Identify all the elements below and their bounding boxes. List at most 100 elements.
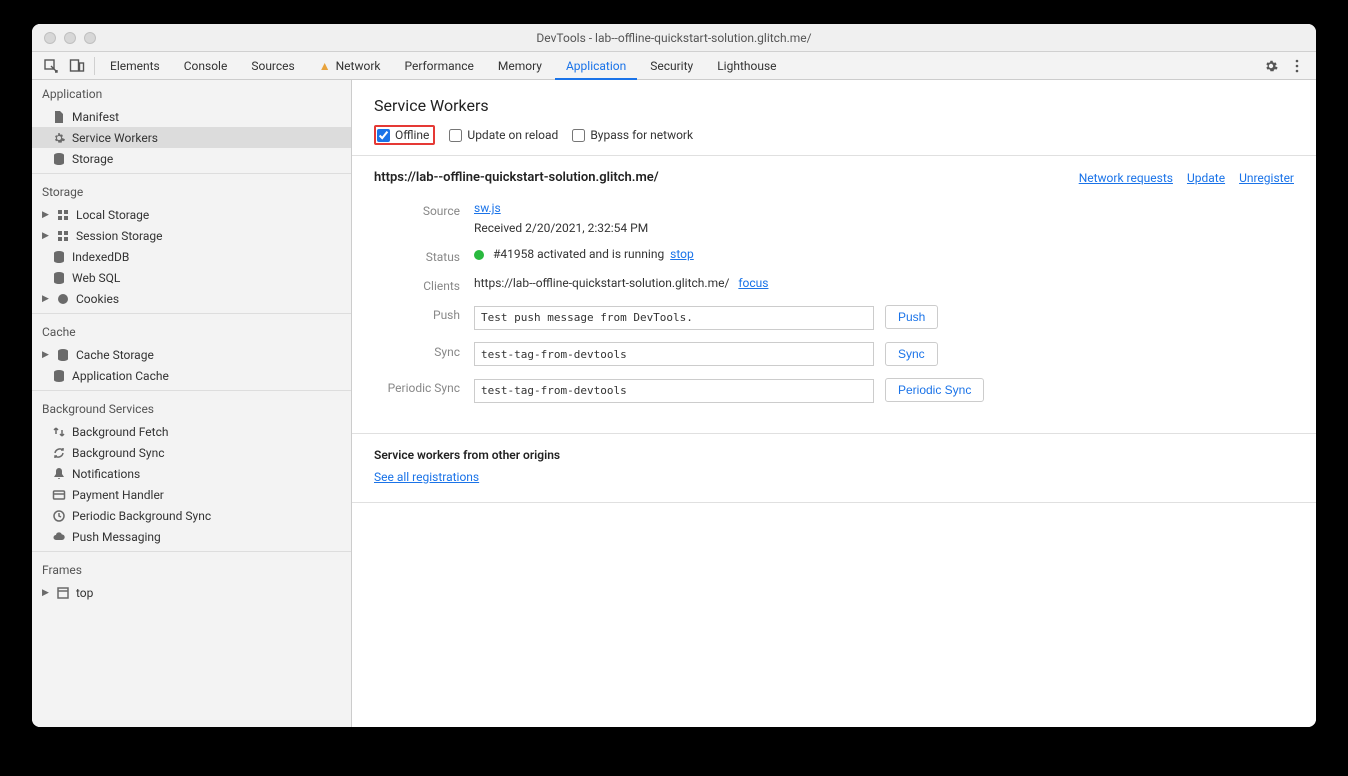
focus-link[interactable]: focus (738, 276, 768, 290)
push-button[interactable]: Push (885, 305, 938, 329)
tab-lighthouse[interactable]: Lighthouse (706, 52, 787, 79)
sidebar-item-local-storage[interactable]: ▶ Local Storage (32, 204, 351, 225)
label-source: Source (374, 201, 474, 218)
sidebar-item-session-storage[interactable]: ▶ Session Storage (32, 225, 351, 246)
offline-checkbox[interactable]: Offline (374, 125, 435, 145)
sidebar-item-payment-handler[interactable]: Payment Handler (32, 484, 351, 505)
periodic-sync-input[interactable] (474, 379, 874, 403)
devtools-window: DevTools - lab--offline-quickstart-solut… (32, 24, 1316, 727)
sidebar-item-application-cache[interactable]: Application Cache (32, 365, 351, 386)
client-url: https://lab--offline-quickstart-solution… (474, 276, 729, 290)
window-title: DevTools - lab--offline-quickstart-solut… (32, 31, 1316, 45)
unregister-link[interactable]: Unregister (1239, 171, 1294, 185)
origin-url: https://lab--offline-quickstart-solution… (374, 170, 659, 185)
update-checkbox-input[interactable] (449, 129, 462, 142)
source-file-link[interactable]: sw.js (474, 201, 501, 215)
bypass-checkbox-input[interactable] (572, 129, 585, 142)
sidebar-item-bg-sync[interactable]: Background Sync (32, 442, 351, 463)
sidebar-item-bg-fetch[interactable]: Background Fetch (32, 421, 351, 442)
frame-icon (56, 586, 70, 600)
expand-icon[interactable]: ▶ (42, 294, 50, 304)
device-toggle-icon[interactable] (64, 53, 90, 79)
minimize-window-button[interactable] (64, 32, 76, 44)
database-icon (52, 369, 66, 383)
database-icon (52, 250, 66, 264)
group-cache: Cache (32, 318, 351, 344)
document-icon (52, 110, 66, 124)
clock-icon (52, 509, 66, 523)
transfer-icon (52, 425, 66, 439)
group-bg-services: Background Services (32, 395, 351, 421)
divider (94, 57, 95, 75)
application-sidebar: Application Manifest Service Workers Sto… (32, 80, 352, 727)
label-push: Push (374, 305, 474, 322)
see-all-registrations-link[interactable]: See all registrations (374, 470, 479, 484)
tab-memory[interactable]: Memory (487, 52, 553, 79)
stop-link[interactable]: stop (670, 247, 694, 261)
close-window-button[interactable] (44, 32, 56, 44)
panel-tabs: Elements Console Sources ▲Network Perfor… (99, 52, 788, 79)
status-text: #41958 activated and is running (493, 247, 664, 261)
sync-icon (52, 446, 66, 460)
label-periodic-sync: Periodic Sync (374, 378, 474, 395)
sidebar-item-websql[interactable]: Web SQL (32, 267, 351, 288)
tab-bar: Elements Console Sources ▲Network Perfor… (32, 52, 1316, 80)
bypass-network-checkbox[interactable]: Bypass for network (572, 128, 693, 142)
label-sync: Sync (374, 342, 474, 359)
expand-icon[interactable]: ▶ (42, 588, 50, 598)
expand-icon[interactable]: ▶ (42, 231, 50, 241)
traffic-lights (44, 32, 96, 44)
tab-sources[interactable]: Sources (240, 52, 305, 79)
tab-elements[interactable]: Elements (99, 52, 171, 79)
sidebar-item-notifications[interactable]: Notifications (32, 463, 351, 484)
sidebar-item-manifest[interactable]: Manifest (32, 106, 351, 127)
label-clients: Clients (374, 276, 474, 293)
sidebar-item-cache-storage[interactable]: ▶ Cache Storage (32, 344, 351, 365)
expand-icon[interactable]: ▶ (42, 350, 50, 360)
database-icon (52, 152, 66, 166)
label-status: Status (374, 247, 474, 264)
sidebar-item-service-workers[interactable]: Service Workers (32, 127, 351, 148)
database-icon (52, 271, 66, 285)
more-icon[interactable] (1284, 53, 1310, 79)
card-icon (52, 488, 66, 502)
sync-button[interactable]: Sync (885, 342, 938, 366)
main-panel: Service Workers Offline Update on reload… (352, 80, 1316, 727)
update-on-reload-checkbox[interactable]: Update on reload (449, 128, 558, 142)
sync-input[interactable] (474, 342, 874, 366)
received-text: Received 2/20/2021, 2:32:54 PM (474, 221, 1294, 235)
status-dot-icon (474, 250, 484, 260)
group-storage: Storage (32, 178, 351, 204)
other-origins-header: Service workers from other origins (374, 448, 1294, 462)
group-application: Application (32, 80, 351, 106)
expand-icon[interactable]: ▶ (42, 210, 50, 220)
database-icon (56, 348, 70, 362)
grid-icon (56, 208, 70, 222)
panel-title: Service Workers (374, 96, 1294, 115)
gear-icon (52, 131, 66, 145)
sidebar-item-periodic-sync[interactable]: Periodic Background Sync (32, 505, 351, 526)
tab-application[interactable]: Application (555, 52, 637, 79)
push-input[interactable] (474, 306, 874, 330)
sidebar-item-frame-top[interactable]: ▶ top (32, 582, 351, 603)
sidebar-item-push-messaging[interactable]: Push Messaging (32, 526, 351, 547)
network-requests-link[interactable]: Network requests (1079, 171, 1173, 185)
settings-icon[interactable] (1258, 53, 1284, 79)
group-frames: Frames (32, 556, 351, 582)
update-link[interactable]: Update (1187, 171, 1225, 185)
sidebar-item-storage[interactable]: Storage (32, 148, 351, 169)
cookie-icon (56, 292, 70, 306)
tab-network[interactable]: ▲Network (308, 52, 392, 79)
offline-checkbox-input[interactable] (377, 129, 390, 142)
zoom-window-button[interactable] (84, 32, 96, 44)
inspect-icon[interactable] (38, 53, 64, 79)
periodic-sync-button[interactable]: Periodic Sync (885, 378, 984, 402)
warning-icon: ▲ (319, 59, 331, 73)
grid-icon (56, 229, 70, 243)
sidebar-item-cookies[interactable]: ▶ Cookies (32, 288, 351, 309)
sidebar-item-indexeddb[interactable]: IndexedDB (32, 246, 351, 267)
tab-performance[interactable]: Performance (393, 52, 484, 79)
titlebar: DevTools - lab--offline-quickstart-solut… (32, 24, 1316, 52)
tab-security[interactable]: Security (639, 52, 704, 79)
tab-console[interactable]: Console (173, 52, 239, 79)
